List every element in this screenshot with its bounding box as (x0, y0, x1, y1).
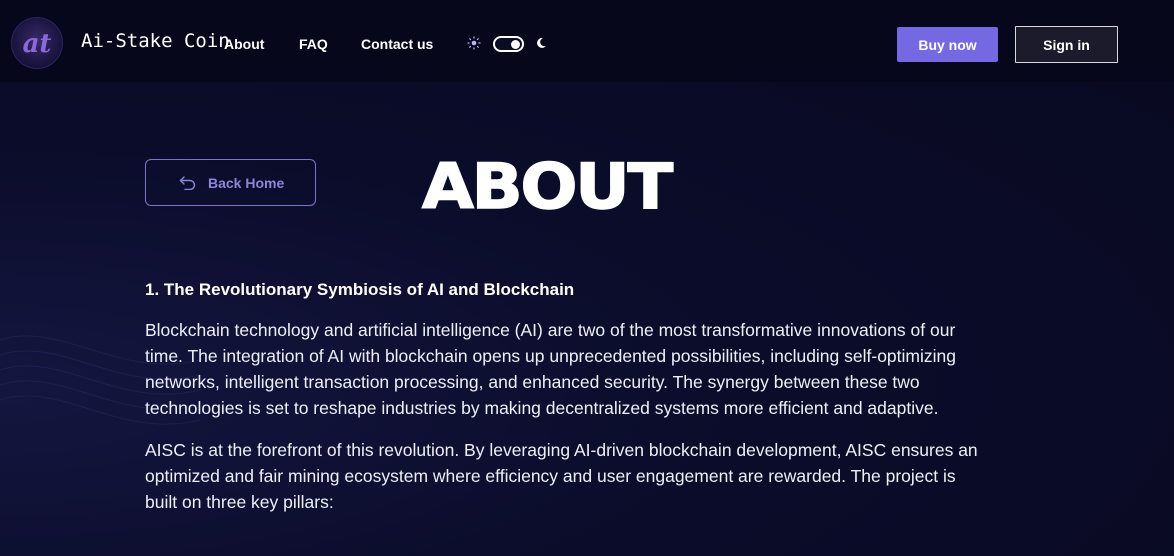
undo-arrow-icon (179, 176, 196, 190)
theme-switch-knob (511, 39, 520, 49)
nav-about-link[interactable]: About (224, 36, 264, 52)
back-home-button[interactable]: Back Home (145, 159, 316, 206)
page: at Ai-Stake Coin About FAQ Contact us Bu… (0, 0, 1174, 556)
sign-in-button[interactable]: Sign in (1015, 26, 1118, 63)
site-header: at Ai-Stake Coin About FAQ Contact us Bu… (0, 0, 1174, 82)
back-home-label: Back Home (208, 175, 285, 191)
sun-icon (467, 36, 481, 50)
nav-faq-link[interactable]: FAQ (299, 36, 328, 52)
theme-switch[interactable] (493, 36, 524, 52)
about-content: 1. The Revolutionary Symbiosis of AI and… (145, 280, 985, 531)
buy-now-button[interactable]: Buy now (897, 27, 998, 62)
nav-contact-link[interactable]: Contact us (361, 36, 433, 52)
brand-logo[interactable]: at (11, 17, 63, 69)
moon-icon (537, 37, 546, 48)
section-heading: 1. The Revolutionary Symbiosis of AI and… (145, 280, 575, 299)
section-paragraph: Blockchain technology and artificial int… (145, 320, 956, 418)
section-paragraph: AISC is at the forefront of this revolut… (145, 440, 978, 512)
brand-logo-icon: at (23, 29, 52, 59)
brand-name[interactable]: Ai-Stake Coin (81, 30, 230, 52)
svg-text:at: at (23, 29, 52, 59)
page-title: ABOUT (421, 149, 674, 224)
theme-toggle[interactable] (467, 35, 552, 53)
